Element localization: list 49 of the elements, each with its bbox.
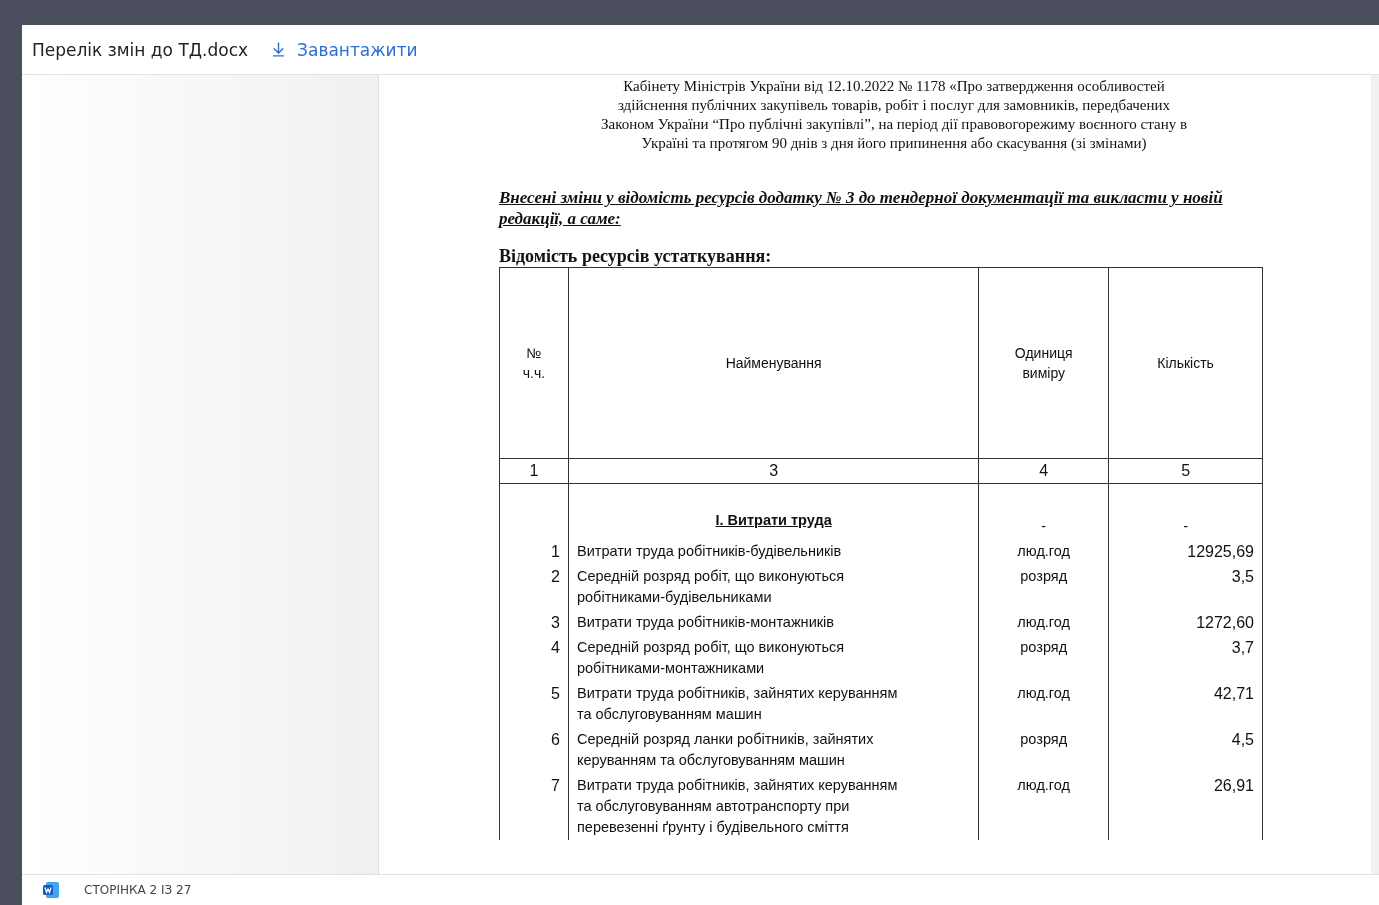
header-cell: № ч.ч.	[499, 267, 569, 459]
table-cell: Витрати труда робітників, зайнятих керуванням та обслуговуванням автотранспорту при перевезенні ґрунту і будівельного сміття	[568, 773, 979, 840]
table-cell: люд.год	[978, 610, 1109, 635]
table-cell: люд.год	[978, 539, 1109, 564]
table-cell: 1	[499, 539, 569, 564]
header-cell: Одиниця виміру	[978, 267, 1109, 459]
header-cell: 3	[568, 458, 979, 484]
table-cell: Середній розряд ланки робітників, зайнятих керуванням та обслуговуванням машин	[568, 727, 979, 773]
word-document-icon	[42, 881, 60, 899]
changes-heading: Внесені зміни у відомість ресурсів додатку № 3 до тендерної документації та викласти у новій редакції, а саме:	[499, 187, 1224, 229]
table-cell: 12925,69	[1108, 539, 1263, 564]
table-cell: 7	[499, 773, 569, 840]
file-name: Перелік змін до ТД.docx	[32, 39, 249, 60]
table-cell: 4	[499, 635, 569, 681]
header-cell: Найменування	[568, 267, 979, 459]
table-cell: люд.год	[978, 773, 1109, 840]
table-cell: 3	[499, 610, 569, 635]
table-cell: 5	[499, 681, 569, 727]
table-cell: Середній розряд робіт, що виконуються робітниками-монтажниками	[568, 635, 979, 681]
page-indicator: СТОРІНКА 2 ІЗ 27	[84, 883, 192, 897]
body-text: Кабінету Міністрів України від 12.10.2022 № 1178 «Про затвердження особливостей	[622, 77, 1166, 96]
header-cell: Кількість	[1108, 267, 1263, 459]
table-cell: 26,91	[1108, 773, 1263, 840]
table-cell: І. Витрати труда	[568, 483, 979, 539]
body-text: здійснення публічних закупівель товарів, робіт і послуг для замовників, передбачених	[616, 96, 1172, 115]
table-cell: розряд	[978, 635, 1109, 681]
table-cell: 1272,60	[1108, 610, 1263, 635]
table-cell: розряд	[978, 727, 1109, 773]
table-cell: Витрати труда робітників-монтажників	[568, 610, 979, 635]
table-cell: 42,71	[1108, 681, 1263, 727]
table-cell: 3,7	[1108, 635, 1263, 681]
table-cell: 6	[499, 727, 569, 773]
body-text: Україні та протягом 90 днів з дня його припинення або скасування (зі змінами)	[640, 134, 1148, 153]
header-cell: 1	[499, 458, 569, 484]
header-cell: 5	[1108, 458, 1263, 484]
table-cell: Витрати труда робітників-будівельників	[568, 539, 979, 564]
table-title: Відомість ресурсів устаткування:	[499, 245, 773, 267]
body-text: Законом України “Про публічні закупівлі”, на період дії правовогорежиму воєнного стану в	[600, 115, 1188, 134]
table-cell: -	[1108, 483, 1263, 539]
table-cell: Витрати труда робітників, зайнятих керуванням та обслуговуванням машин	[568, 681, 979, 727]
table-cell: розряд	[978, 564, 1109, 610]
header-cell: 4	[978, 458, 1109, 484]
table-cell: Середній розряд робіт, що виконуються робітниками-будівельниками	[568, 564, 979, 610]
table-cell: 4,5	[1108, 727, 1263, 773]
table-cell: 2	[499, 564, 569, 610]
table-cell: -	[978, 483, 1109, 539]
table-cell: 3,5	[1108, 564, 1263, 610]
download-link[interactable]: Завантажити	[270, 39, 418, 60]
table-cell: люд.год	[978, 681, 1109, 727]
